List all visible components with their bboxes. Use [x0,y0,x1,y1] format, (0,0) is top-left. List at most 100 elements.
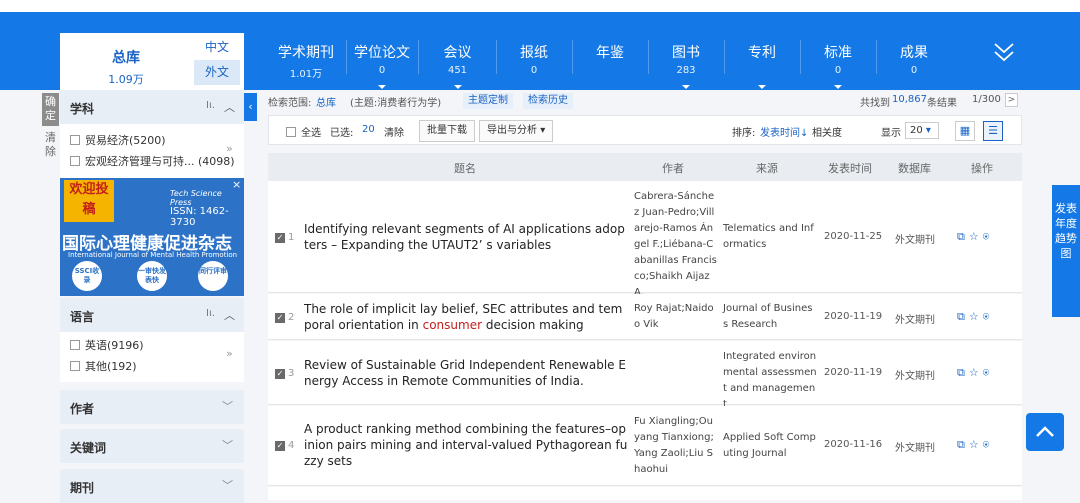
export-label: 导出与分析 [487,125,537,136]
title-text: decision making [482,318,584,332]
result-title-link[interactable]: A product ranking method combining the f… [304,421,628,469]
checkbox[interactable] [286,127,296,137]
sort-by-time[interactable]: 发表时间↓ [760,124,808,139]
page-size-value: 20 [910,125,923,136]
subject-query: (主题:消费者行为学) [350,98,442,109]
star-icon[interactable]: ☆ [969,366,983,379]
tab-conference[interactable]: 会议 451 [421,12,494,90]
clear-button[interactable]: 清除 [42,129,59,162]
result-title-link[interactable]: The role of implicit lay belief, SEC att… [304,301,628,333]
checkbox[interactable] [70,156,80,166]
more-icon[interactable]: » [226,142,233,155]
quote-icon[interactable]: ⍟ [983,230,994,243]
facet-journal[interactable]: 期刊 ﹀ [60,469,244,503]
bar-chart-icon[interactable]: Iı. [206,308,215,319]
star-icon[interactable]: ☆ [969,310,983,323]
result-date: 2020-11-19 [824,311,883,322]
star-icon[interactable]: ☆ [969,230,983,243]
result-source[interactable]: Integrated environmental assessment and … [723,349,817,413]
chevron-up-icon[interactable]: ︿ [224,307,235,323]
grid-view-icon[interactable]: ▦ [955,121,975,141]
found-count: 10,867 [892,94,927,105]
tab-yearbook[interactable]: 年鉴 [575,12,645,90]
result-authors[interactable]: Cabrera-Sánchez Juan-Pedro;Villarejo-Ram… [634,189,718,301]
ad-circle: 同行评审 [198,261,228,291]
back-to-top-button[interactable] [1026,413,1064,451]
ad-banner[interactable]: 欢迎投稿 Tech Science Press ISSN: 1462-3730 … [60,178,244,296]
result-title-link[interactable]: Review of Sustainable Grid Independent R… [304,357,628,389]
result-authors[interactable]: Fu Xiangling;Ouyang Tianxiong;Yang Zaoli… [634,414,718,478]
tab-book[interactable]: 图书 283 [651,12,721,90]
copy-icon[interactable]: ⧉ [957,366,969,379]
facet-title: 作者 [70,402,95,416]
result-source[interactable]: Journal of Business Research [723,301,817,333]
copy-icon[interactable]: ⧉ [957,310,969,323]
bar-chart-icon[interactable]: Iı. [206,100,215,111]
confirm-button[interactable]: 确定 [42,93,59,126]
checkbox[interactable] [70,135,80,145]
search-info: 检索范围: 总库 (主题:消费者行为学) 主题定制 检索历史 共找到 10,86… [268,93,1022,109]
sort-by-relevance[interactable]: 相关度 [812,124,842,139]
custom-topic-button[interactable]: 主题定制 [463,93,513,109]
facet-item[interactable]: 宏观经济管理与可持... (4098) [60,151,244,172]
result-authors[interactable]: Roy Rajat;Naidoo Vik [634,301,718,333]
facet-keyword[interactable]: 关键词 ﹀ [60,429,244,463]
quote-icon[interactable]: ⍟ [983,438,994,451]
result-source[interactable]: Applied Soft Computing Journal [723,430,817,462]
selected-count: 20 [362,124,375,135]
export-analysis-button[interactable]: 导出与分析 ▾ [479,120,554,142]
more-icon[interactable]: » [226,347,233,360]
next-page-button[interactable]: > [1005,93,1018,107]
tab-newspaper[interactable]: 报纸 0 [499,12,569,90]
clear-selection-link[interactable]: 清除 [384,124,404,139]
tab-journal[interactable]: 学术期刊 1.01万 [268,12,344,90]
batch-download-button[interactable]: 批量下载 [419,120,475,142]
copy-icon[interactable]: ⧉ [957,230,969,243]
scope-value[interactable]: 总库 [316,94,336,109]
copy-icon[interactable]: ⧉ [957,438,969,451]
checkbox[interactable] [70,340,80,350]
results-toolbar: 全选 已选: 20 清除 批量下载 导出与分析 ▾ 排序: 发表时间↓ 相关度 … [268,115,1022,145]
checked-checkbox[interactable]: ✓ [275,313,285,323]
quote-icon[interactable]: ⍟ [983,366,994,379]
checked-checkbox[interactable]: ✓ [275,369,285,379]
selected-label: 已选: [330,128,354,139]
checked-checkbox[interactable]: ✓ [275,233,285,243]
facet-item[interactable]: 其他(192) [60,356,244,377]
chevron-up-icon[interactable]: ︿ [224,99,235,115]
facet-language: 语言 Iı. ︿ 英语(9196) 其他(192) » [60,298,244,382]
col-author: 作者 [662,162,684,175]
chevron-down-icon [758,85,766,89]
history-button[interactable]: 检索历史 [523,93,573,109]
close-icon[interactable]: × [232,178,241,191]
tab-thesis[interactable]: 学位论文 0 [349,12,415,90]
tab-standard[interactable]: 标准 0 [803,12,873,90]
publication-trend-button[interactable]: 发表年度趋势图 [1052,185,1080,317]
collapse-sidebar-button[interactable]: ‹ [244,93,257,121]
row-actions: ⧉☆⍟ [957,230,993,244]
checkbox[interactable] [70,361,80,371]
tab-achievement[interactable]: 成果 0 [879,12,949,90]
arrow-down-icon: ↓ [800,128,809,139]
double-chevron-down-icon[interactable] [990,38,1018,66]
tab-patent[interactable]: 专利 [727,12,797,90]
facet-item[interactable]: 贸易经济(5200) [60,130,244,151]
result-source[interactable]: Telematics and Informatics [723,221,817,253]
facet-item[interactable]: 英语(9196) [60,335,244,356]
lang-chinese[interactable]: 中文 [194,35,240,60]
star-icon[interactable]: ☆ [969,438,983,451]
page-size-select[interactable]: 20 ▾ [905,122,939,139]
checked-checkbox[interactable]: ✓ [275,441,285,451]
zongku-tab[interactable]: 总库 1.09万 [60,33,192,90]
quote-icon[interactable]: ⍟ [983,310,994,323]
caret-down-icon: ▾ [925,125,931,136]
lang-foreign[interactable]: 外文 [194,60,240,85]
result-database: 外文期刊 [895,235,935,246]
result-title-link[interactable]: Identifying relevant segments of AI appl… [304,221,628,253]
facet-header[interactable]: 语言 Iı. ︿ [60,298,244,332]
list-view-icon[interactable]: ☰ [983,121,1003,141]
col-date[interactable]: 发表时间 [828,160,872,176]
facet-header[interactable]: 学科 Iı. ︿ [60,90,244,124]
select-all-checkbox[interactable]: 全选 [286,124,321,139]
facet-author[interactable]: 作者 ﹀ [60,390,244,424]
